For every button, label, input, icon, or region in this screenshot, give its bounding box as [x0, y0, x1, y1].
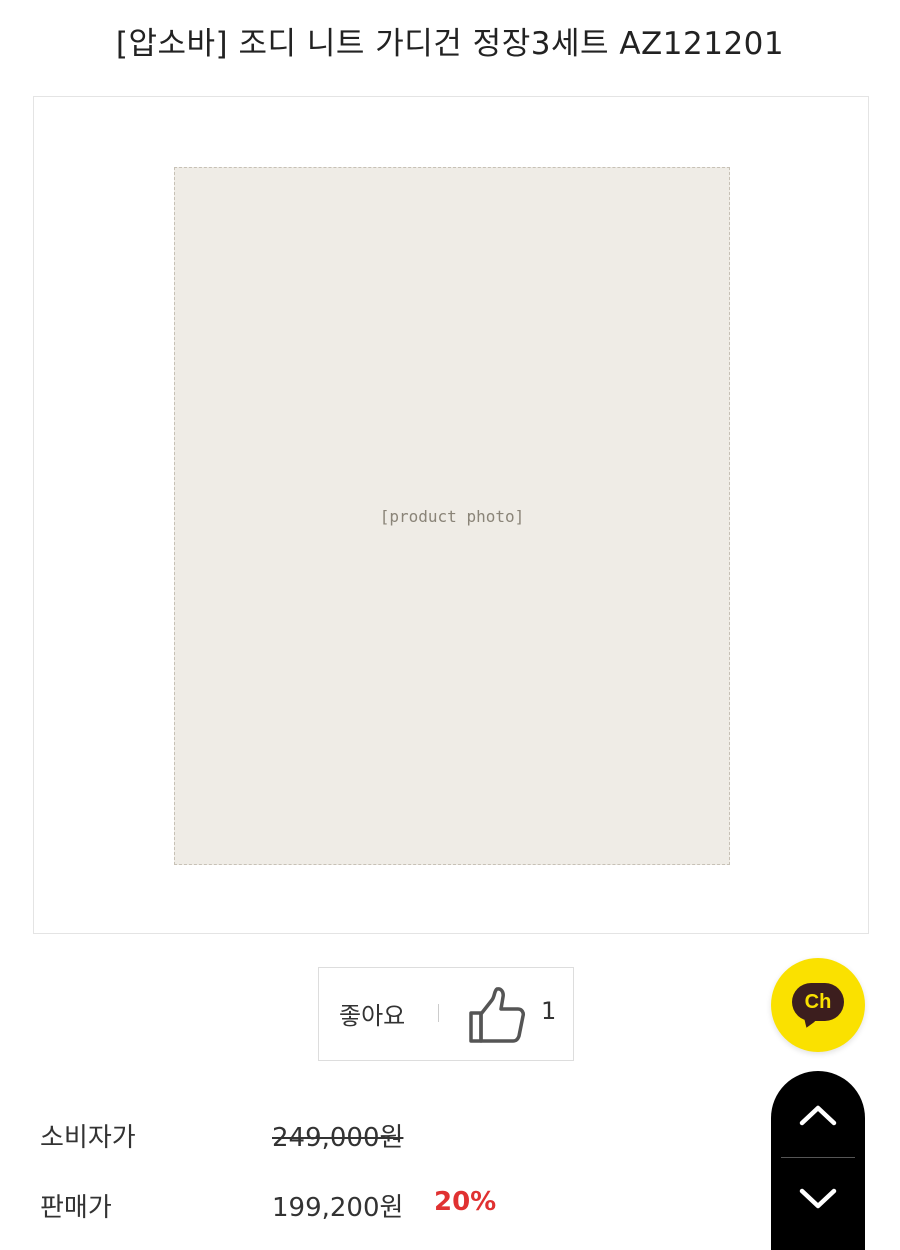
sale-price-row: 판매가 199,200원 20% — [40, 1187, 740, 1227]
consumer-price-label: 소비자가 — [40, 1123, 136, 1153]
consumer-price-row: 소비자가 249,000원 — [40, 1117, 740, 1157]
scroll-controls — [771, 1071, 865, 1250]
product-photo: [product photo] — [174, 167, 730, 865]
kakao-channel-icon: Ch — [792, 983, 844, 1021]
sale-price-value: 199,200원 — [272, 1193, 404, 1223]
thumbs-up-icon — [469, 987, 525, 1043]
like-count: 1 — [541, 997, 557, 1025]
like-button[interactable]: 좋아요 1 — [318, 967, 574, 1061]
kakao-channel-button[interactable]: Ch — [771, 958, 865, 1052]
product-photo-placeholder-label: [product photo] — [379, 506, 525, 526]
scroll-up-button[interactable] — [771, 1079, 865, 1159]
chevron-down-icon — [799, 1188, 837, 1209]
consumer-price-value: 249,000원 — [272, 1123, 404, 1153]
scroll-down-button[interactable] — [771, 1163, 865, 1243]
sale-price-label: 판매가 — [40, 1193, 112, 1223]
scroll-divider — [781, 1157, 855, 1158]
like-label: 좋아요 — [339, 1002, 406, 1030]
like-divider — [438, 1004, 439, 1022]
product-page: [압소바] 조디 니트 가디건 정장3세트 AZ121201 [product … — [0, 0, 900, 1250]
channel-label: Ch — [804, 990, 832, 1013]
product-image-frame[interactable]: [product photo] — [33, 96, 869, 934]
chevron-up-icon — [799, 1105, 837, 1126]
discount-rate: 20% — [434, 1187, 497, 1217]
product-title: [압소바] 조디 니트 가디건 정장3세트 AZ121201 — [115, 26, 785, 62]
